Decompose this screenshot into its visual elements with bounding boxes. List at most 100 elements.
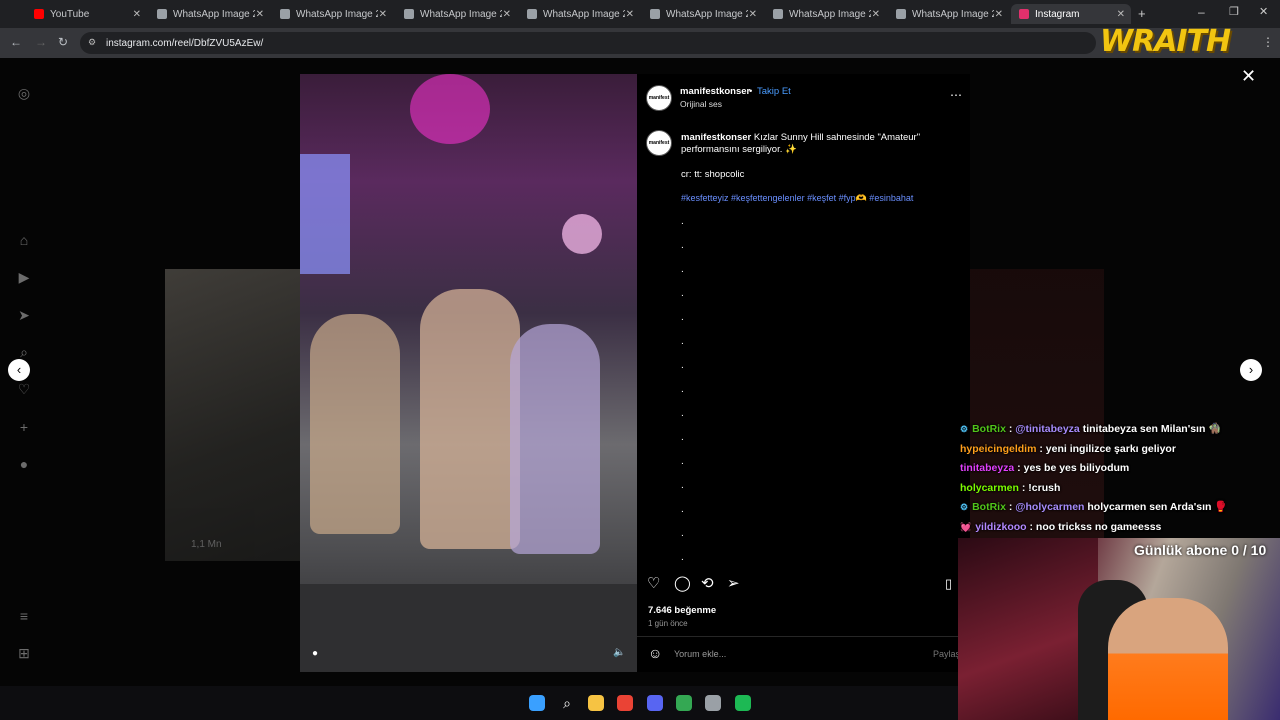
tab-title: WhatsApp Image 202 [420,8,502,20]
previous-post-preview[interactable]: 1,1 Mn [165,269,300,561]
close-tab-icon[interactable]: ✕ [626,9,634,20]
stage-screen [300,154,350,274]
tab-8[interactable]: Instagram ✕ [1011,4,1131,24]
next-post-button[interactable]: › [1240,359,1262,381]
author-avatar[interactable]: manifest [646,85,672,111]
close-tab-icon[interactable]: ✕ [133,9,141,20]
tab-6[interactable]: WhatsApp Image 202✕ [765,4,886,24]
hashtags[interactable]: #kesfetteyiz #keşfettengelenler #keşfet … [681,193,913,204]
file-explorer-icon[interactable] [588,695,604,711]
tab-3[interactable]: WhatsApp Image 202✕ [396,4,517,24]
minimize-button[interactable]: – [1198,5,1205,19]
spotify-icon[interactable] [735,695,751,711]
save-icon[interactable]: ▯ [945,576,952,592]
new-tab-button[interactable]: + [1138,6,1146,21]
apps-icon[interactable]: ⊞ [16,645,32,661]
chat-username: BotRix [972,423,1006,435]
reload-icon[interactable]: ↻ [58,35,68,49]
caption-dot: . [681,528,684,539]
stage-light [410,74,490,144]
profile-icon[interactable]: ● [16,456,32,472]
chat-username: yildizkooo [975,520,1027,533]
heart-icon[interactable]: ♡ [16,381,32,397]
menu-icon[interactable]: ⋮ [1262,35,1274,49]
close-tab-icon[interactable]: ✕ [872,9,880,20]
share-icon[interactable]: ➢ [727,574,740,592]
chat-badge-icon: ⚙ [960,424,969,434]
tab-4[interactable]: WhatsApp Image 202✕ [519,4,640,24]
sub-goal: Günlük abone 0 / 10 [1134,542,1267,558]
caption-avatar[interactable]: manifest [646,130,672,156]
close-tab-icon[interactable]: ✕ [503,9,511,20]
more-menu-icon[interactable]: ≡ [16,608,32,624]
home-icon[interactable]: ⌂ [16,232,32,248]
tab-5[interactable]: WhatsApp Image 202✕ [642,4,763,24]
mute-icon[interactable]: 🔈 [613,647,625,658]
close-tab-icon[interactable]: ✕ [256,9,264,20]
follow-button[interactable]: Takip Et [757,86,791,97]
search-icon[interactable]: ⌕ [559,695,575,711]
discord-icon[interactable] [647,695,663,711]
poster [958,538,1098,720]
chat-username: hypeicingeldim [960,442,1037,455]
tagged-user-icon[interactable]: ● [312,648,318,659]
streamer-webcam: Günlük abone 0 / 10 [958,538,1280,720]
back-arrow-icon[interactable]: ← [10,35,22,49]
divider [637,636,970,637]
author-username[interactable]: manifestkonser [680,86,750,97]
tab-7[interactable]: WhatsApp Image 202✕ [888,4,1009,24]
options-icon[interactable]: ⋯ [950,88,962,102]
create-icon[interactable]: + [16,419,32,435]
close-tab-icon[interactable]: ✕ [1117,9,1125,20]
chat-text: !crush [1028,481,1061,494]
chat-separator: : [1018,481,1029,494]
direct-icon[interactable]: ➤ [16,307,32,323]
likes-count[interactable]: 7.646 beğenme [648,605,716,616]
tab-0[interactable]: YouTube ✕ [26,4,147,24]
tab-title: WhatsApp Image 202 [666,8,748,20]
repost-icon[interactable]: ⟲ [701,574,714,592]
chat-separator: : [1014,462,1024,474]
chat-username: holycarmen [960,481,1019,494]
audio-label[interactable]: Orijinal ses [680,99,722,109]
caption-username[interactable]: manifestkonser [681,132,751,143]
caption-dot: . [681,384,684,395]
search-icon[interactable]: ⌕ [16,344,32,360]
chrome-icon[interactable] [617,695,633,711]
reels-icon[interactable]: ▶ [16,269,32,285]
comment-input[interactable]: Yorum ekle... [674,649,726,659]
windows-start-icon[interactable] [529,695,545,711]
close-tab-icon[interactable]: ✕ [749,9,757,20]
stage-edge [300,584,637,672]
instagram-icon[interactable]: ◎ [16,85,32,101]
reel-video[interactable]: ● 🔈 [300,74,637,672]
post-comment-button[interactable]: Paylaş [933,649,960,659]
chat-separator: : [1005,501,1016,513]
close-tab-icon[interactable]: ✕ [379,9,387,20]
comment-icon[interactable]: ◯ [674,574,691,592]
close-modal-icon[interactable]: ✕ [1241,66,1256,87]
steam-icon[interactable] [705,695,721,711]
chat-separator: : [1036,442,1046,455]
address-bar[interactable]: ⚙ instagram.com/reel/DbfZVU5AzEw/ [80,32,1096,54]
site-info-icon[interactable]: ⚙ [88,37,96,48]
tab-title: Instagram [1035,8,1080,20]
chat-message: ⚙ BotRix : @tinitabeyza tinitabeyza sen M… [960,420,1280,440]
chat-text: yeni ingilizce şarkı geliyor [1045,442,1176,455]
globe-icon [280,9,290,19]
close-tab-icon[interactable]: ✕ [995,9,1003,20]
instagram-icon [1019,9,1029,19]
close-window-button[interactable]: ✕ [1259,5,1268,18]
previous-post-button[interactable]: ‹ [8,359,30,381]
dancer-figure [310,314,400,534]
tab-title: WhatsApp Image 202 [543,8,625,20]
tab-1[interactable]: WhatsApp Image 202✕ [149,4,270,24]
caption-dot: . [681,336,684,347]
chrome-icon[interactable] [676,695,692,711]
tab-2[interactable]: WhatsApp Image 202✕ [272,4,393,24]
forward-arrow-icon[interactable]: → [35,35,47,49]
globe-icon [157,9,167,19]
emoji-icon[interactable]: ☺ [648,645,662,661]
like-icon[interactable]: ♡ [647,574,660,592]
maximize-button[interactable]: ❐ [1229,5,1239,18]
